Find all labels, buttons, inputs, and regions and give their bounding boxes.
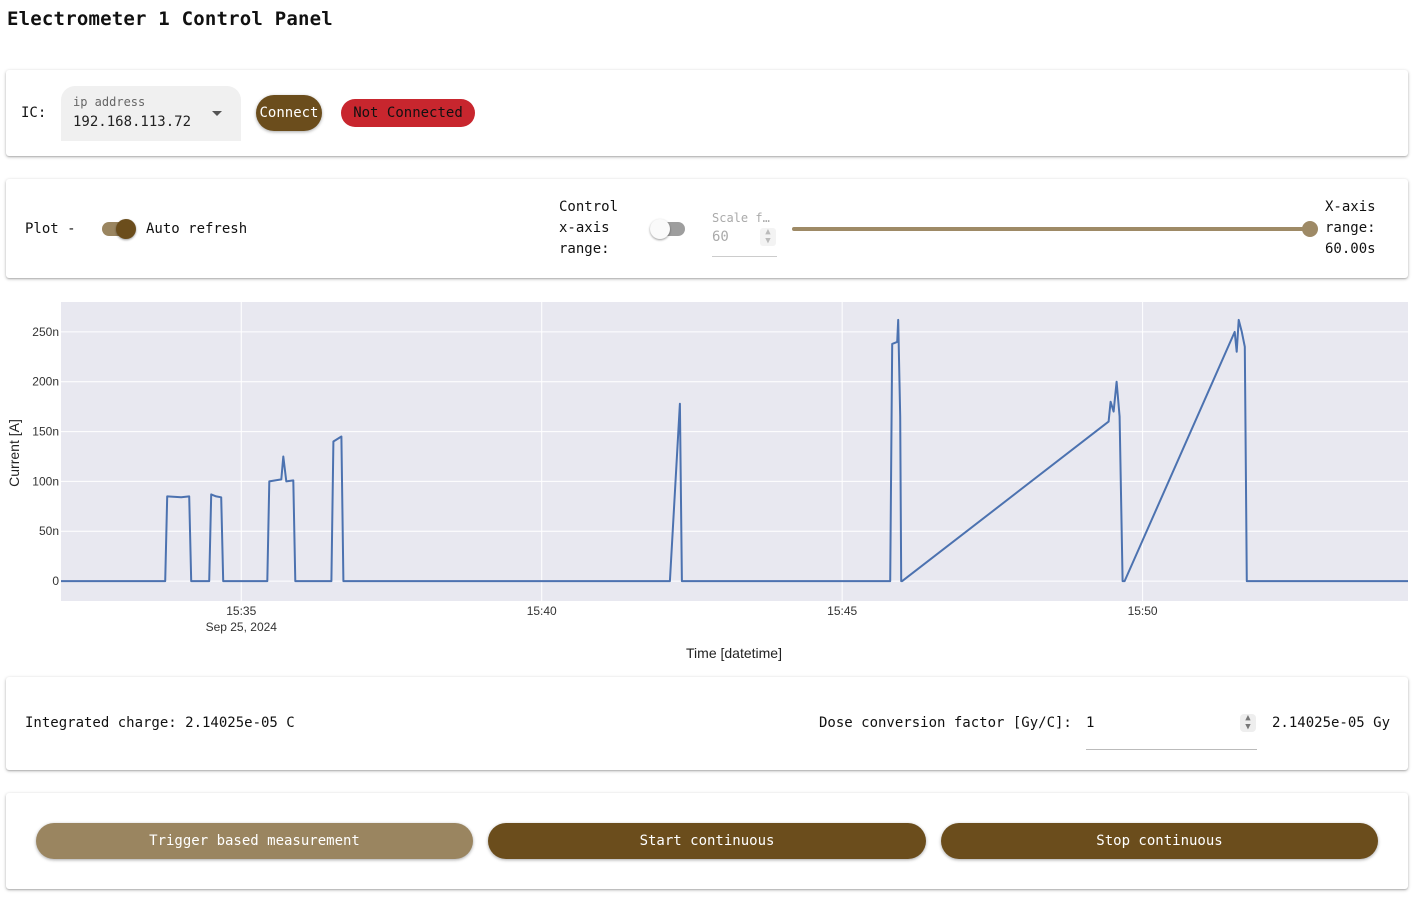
y-axis-label: Current [A] <box>6 419 22 487</box>
ip-address-select[interactable]: ip address 192.168.113.72 <box>61 86 241 141</box>
connect-button[interactable]: Connect <box>256 95 322 131</box>
y-tick-label: 200n <box>32 375 59 389</box>
control-xrange-toggle-thumb[interactable] <box>650 219 670 239</box>
xrange-readout: X-axis range: 60.00s <box>1325 197 1376 260</box>
xrange-slider-track[interactable] <box>792 227 1310 231</box>
scale-factor-value: 60 <box>712 229 729 245</box>
integrated-charge-text: Integrated charge: 2.14025e-05 C <box>25 715 295 731</box>
plot-area[interactable] <box>61 302 1408 601</box>
start-continuous-button[interactable]: Start continuous <box>488 823 926 859</box>
chevron-down-icon[interactable] <box>212 111 222 116</box>
xrange-readout-line: 60.00s <box>1325 241 1376 257</box>
dose-result: 2.14025e-05 Gy <box>1272 715 1391 731</box>
x-tick-sublabel: Sep 25, 2024 <box>206 620 278 634</box>
control-xrange-label-line: Control <box>559 199 619 215</box>
current-chart[interactable]: 15:35 Sep 25, 2024 15:40 15:45 15:50 0 50n 100… <box>0 290 1415 670</box>
xrange-readout-line: range: <box>1325 220 1376 236</box>
trigger-measurement-button[interactable]: Trigger based measurement <box>36 823 473 859</box>
auto-refresh-label: Auto refresh <box>146 221 248 237</box>
auto-refresh-toggle-thumb[interactable] <box>116 219 136 239</box>
connection-card: IC: ip address 192.168.113.72 Connect No… <box>6 70 1408 156</box>
y-tick-label: 150n <box>32 425 59 439</box>
x-tick-label: 15:45 <box>827 604 857 618</box>
page-title: Electrometer 1 Control Panel <box>7 8 333 30</box>
ip-address-label: ip address <box>73 95 146 109</box>
y-tick-label: 100n <box>32 474 59 488</box>
status-badge: Not Connected <box>341 99 475 127</box>
y-tick-label: 0 <box>52 574 59 588</box>
dose-factor-value[interactable]: 1 <box>1086 715 1094 731</box>
dose-factor-label: Dose conversion factor [Gy/C]: <box>819 715 1072 731</box>
y-tick-label: 50n <box>39 524 59 538</box>
actions-card: Trigger based measurement Start continuo… <box>6 793 1408 889</box>
stop-continuous-button[interactable]: Stop continuous <box>941 823 1378 859</box>
scale-factor-underline <box>712 256 777 257</box>
integration-card: Integrated charge: 2.14025e-05 C Dose co… <box>6 677 1408 770</box>
control-xrange-label-line: range: <box>559 241 610 257</box>
ic-label: IC: <box>21 105 47 121</box>
scale-factor-label: Scale f… <box>712 211 770 225</box>
control-xrange-label: Control x-axis range: <box>559 197 618 260</box>
xrange-slider-thumb[interactable] <box>1302 221 1318 237</box>
dose-factor-underline <box>1086 749 1257 750</box>
stepper-icon[interactable]: ▲ ▼ <box>1240 714 1256 732</box>
ip-address-value: 192.168.113.72 <box>73 114 192 130</box>
plot-label: Plot - <box>25 221 76 237</box>
x-tick-label: 15:50 <box>1128 604 1158 618</box>
control-xrange-label-line: x-axis <box>559 220 610 236</box>
x-tick-label: 15:40 <box>527 604 557 618</box>
x-axis-label: Time [datetime] <box>686 645 782 661</box>
plot-controls-card: Plot - Auto refresh Control x-axis range… <box>6 179 1408 278</box>
xrange-readout-line: X-axis <box>1325 199 1376 215</box>
stepper-icon[interactable]: ▲ ▼ <box>760 228 776 246</box>
y-tick-label: 250n <box>32 325 59 339</box>
x-tick-label: 15:35 <box>226 604 256 618</box>
